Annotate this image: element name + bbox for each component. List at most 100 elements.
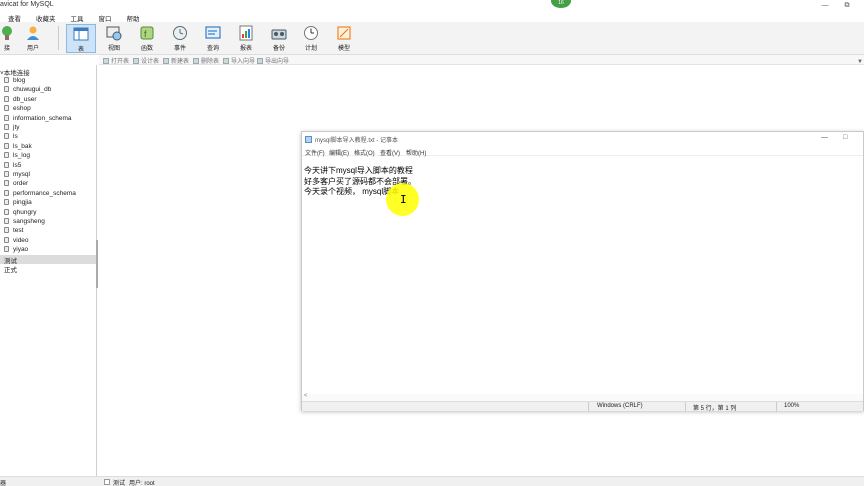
db-item[interactable]: qhungry <box>4 208 94 218</box>
database-icon <box>4 171 9 177</box>
status-separator <box>588 402 589 412</box>
import-wizard-button[interactable]: 导入向导 <box>223 56 255 65</box>
backup-button[interactable]: 备份 <box>264 24 294 53</box>
menu-bar: 查看 收藏夹 工具 窗口 帮助 <box>0 11 864 23</box>
minimize-icon[interactable]: — <box>818 0 832 11</box>
db-item[interactable]: chuwugui_db <box>4 86 94 95</box>
database-icon <box>4 142 9 149</box>
export-wizard-button[interactable]: 导出向导 <box>257 56 289 65</box>
connection-status-icon <box>104 479 110 485</box>
text-line: 今天讲下mysql导入脚本的教程 <box>304 166 413 175</box>
database-icon <box>4 105 9 112</box>
database-icon <box>4 180 9 187</box>
status-bar: 器 测试 用户: root <box>0 476 864 486</box>
database-icon <box>4 246 9 253</box>
notepad-menu-file[interactable]: 文件(F) <box>305 148 325 157</box>
db-item[interactable]: video <box>4 236 94 246</box>
database-icon <box>4 218 9 224</box>
db-item[interactable]: mysql <box>4 171 94 180</box>
new-table-button[interactable]: 新建表 <box>163 56 189 65</box>
view-button[interactable]: 视图 <box>99 24 129 53</box>
cursor-position-status: 第 5 行，第 1 列 <box>693 406 737 412</box>
maximize-icon[interactable]: □ <box>843 134 847 141</box>
connection-prod[interactable]: 正式 <box>0 264 96 274</box>
zoom-status: 100% <box>784 403 800 409</box>
db-item[interactable]: performance_schema <box>4 189 94 199</box>
db-item[interactable]: ls_log <box>4 152 94 161</box>
delete-table-button[interactable]: 删除表 <box>193 56 219 65</box>
navicat-window: avicat for MySQL 16 — ⧉ 查看 收藏夹 工具 窗口 帮助 … <box>0 0 864 486</box>
status-user: 用户: root <box>129 481 155 486</box>
panel-splitter[interactable] <box>96 240 98 288</box>
status-connection: 测试 <box>113 481 126 486</box>
notepad-menu-bar: 文件(F) 编辑(E) 格式(O) 查看(V) 帮助(H) <box>302 147 863 157</box>
status-separator <box>776 402 777 412</box>
maximize-icon[interactable]: ⧉ <box>840 0 854 11</box>
user-button[interactable]: 用户 <box>18 24 48 53</box>
notepad-status-bar: Windows (CRLF) 第 5 行，第 1 列 100% <box>302 401 863 412</box>
db-item[interactable]: test <box>4 227 94 236</box>
db-item[interactable]: blog <box>4 77 94 86</box>
schedule-icon <box>304 26 318 40</box>
horizontal-scrollbar[interactable]: < <box>302 393 863 401</box>
table-button[interactable]: 表 <box>66 24 96 53</box>
toolbar-separator <box>58 26 59 50</box>
report-button[interactable]: 报表 <box>231 24 261 53</box>
object-toolbar: 打开表 设计表 新建表 删除表 导入向导 导出向导 <box>99 55 864 65</box>
query-button[interactable]: 查询 <box>198 24 228 53</box>
table-icon <box>73 27 89 41</box>
notepad-title: mysql脚本导入教程.txt - 记事本 <box>315 138 399 144</box>
db-item[interactable]: information_schema <box>4 114 94 124</box>
db-item[interactable]: ls5 <box>4 161 94 171</box>
db-item[interactable]: db_user <box>4 95 94 105</box>
database-icon <box>4 124 9 130</box>
database-icon <box>4 161 9 168</box>
database-icon <box>4 189 9 196</box>
report-icon <box>239 25 253 41</box>
connection-local[interactable]: ˅本地连接 <box>0 67 97 77</box>
notepad-menu-view[interactable]: 查看(V) <box>380 148 400 157</box>
connection-icon <box>2 26 12 40</box>
db-item[interactable]: sangsheng <box>4 218 94 227</box>
event-button[interactable]: 事件 <box>165 24 195 53</box>
notepad-menu-edit[interactable]: 编辑(E) <box>329 148 349 157</box>
db-item[interactable]: eshop <box>4 105 94 114</box>
menu-window[interactable]: 窗口 <box>91 11 119 23</box>
app-title: avicat for MySQL <box>0 1 54 8</box>
db-item[interactable]: pingjia <box>4 199 94 208</box>
open-table-button[interactable]: 打开表 <box>103 56 129 65</box>
model-icon <box>337 26 351 40</box>
database-icon <box>4 152 9 159</box>
user-icon <box>27 26 39 40</box>
notepad-menu-format[interactable]: 格式(O) <box>354 148 375 157</box>
design-table-button[interactable]: 设计表 <box>133 56 159 65</box>
model-button[interactable]: 模型 <box>329 24 359 53</box>
database-icon <box>4 95 9 102</box>
scroll-left-icon[interactable]: < <box>304 393 308 399</box>
database-icon <box>4 77 9 83</box>
menu-favorites[interactable]: 收藏夹 <box>28 11 63 23</box>
minimize-icon[interactable]: — <box>821 134 828 141</box>
menu-view[interactable]: 查看 <box>0 11 28 23</box>
schedule-button[interactable]: 计划 <box>296 24 326 53</box>
connection-test[interactable]: 测试 <box>0 255 96 265</box>
menu-tools[interactable]: 工具 <box>63 11 91 23</box>
event-icon <box>173 26 187 40</box>
function-button[interactable]: f 函数 <box>132 24 162 53</box>
notepad-title-bar: mysql脚本导入教程.txt - 记事本 — □ <box>302 132 863 146</box>
db-item[interactable]: ls_bak <box>4 142 94 152</box>
notepad-window: mysql脚本导入教程.txt - 记事本 — □ 文件(F) 编辑(E) 格式… <box>301 131 864 412</box>
query-icon <box>205 26 221 39</box>
db-item[interactable]: jty <box>4 124 94 133</box>
db-item[interactable]: order <box>4 180 94 189</box>
database-icon <box>4 236 9 243</box>
notepad-menu-help[interactable]: 帮助(H) <box>406 148 426 157</box>
notepad-icon <box>305 136 312 143</box>
status-separator <box>685 402 686 412</box>
main-toolbar: 接 用户 表 视图 f 函数 事件 查询 报表 备份 计划 模型 <box>0 22 864 55</box>
db-item[interactable]: ls <box>4 133 94 142</box>
view-icon <box>106 26 122 41</box>
menu-help[interactable]: 帮助 <box>119 11 147 23</box>
import-wizard-icon <box>223 58 229 64</box>
database-icon <box>4 199 9 206</box>
